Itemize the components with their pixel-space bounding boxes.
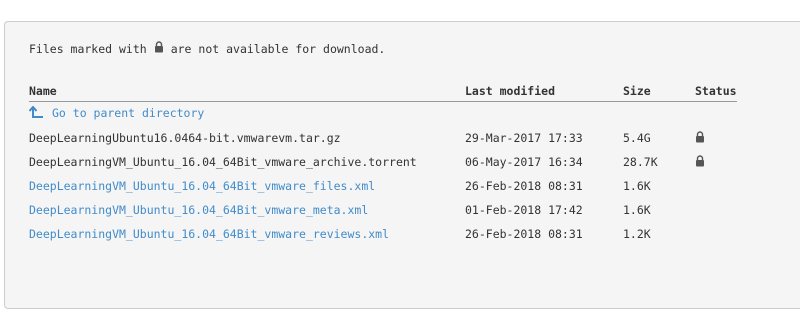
notice-text-after: are not available for download. <box>170 41 386 56</box>
file-status <box>695 174 737 198</box>
top-strip <box>0 0 800 12</box>
file-link[interactable]: DeepLearningVM_Ubuntu_16.04_64Bit_vmware… <box>29 179 375 193</box>
file-size: 28.7K <box>623 155 658 169</box>
file-name: DeepLearningUbuntu16.0464-bit.vmwarevm.t… <box>29 131 341 145</box>
file-name: DeepLearningVM_Ubuntu_16.04_64Bit_vmware… <box>29 155 417 169</box>
column-header-name[interactable]: Name <box>29 81 465 102</box>
file-row: DeepLearningVM_Ubuntu_16.04_64Bit_vmware… <box>29 174 737 198</box>
file-row: DeepLearningVM_Ubuntu_16.04_64Bit_vmware… <box>29 150 737 174</box>
file-size: 5.4G <box>623 131 651 145</box>
up-arrow-icon <box>29 106 43 119</box>
lock-icon <box>695 130 705 146</box>
file-row: DeepLearningVM_Ubuntu_16.04_64Bit_vmware… <box>29 198 737 222</box>
file-status <box>695 222 737 246</box>
file-status <box>695 150 737 174</box>
column-header-status[interactable]: Status <box>695 81 737 102</box>
file-link[interactable]: DeepLearningVM_Ubuntu_16.04_64Bit_vmware… <box>29 227 389 241</box>
parent-directory-row: Go to parent directory <box>29 102 737 127</box>
file-link[interactable]: DeepLearningVM_Ubuntu_16.04_64Bit_vmware… <box>29 203 368 217</box>
download-notice: Files marked with are not available for … <box>29 41 385 56</box>
lock-icon <box>154 41 164 56</box>
file-size: 1.6K <box>623 179 651 193</box>
file-row: DeepLearningVM_Ubuntu_16.04_64Bit_vmware… <box>29 222 737 246</box>
file-last-modified: 01-Feb-2018 17:42 <box>465 203 583 217</box>
lock-icon <box>695 154 705 170</box>
file-size: 1.6K <box>623 203 651 217</box>
file-size: 1.2K <box>623 227 651 241</box>
file-last-modified: 06-May-2017 16:34 <box>465 155 583 169</box>
file-row: DeepLearningUbuntu16.0464-bit.vmwarevm.t… <box>29 126 737 150</box>
file-last-modified: 26-Feb-2018 08:31 <box>465 227 583 241</box>
file-status <box>695 126 737 150</box>
file-status <box>695 198 737 222</box>
parent-directory-label: Go to parent directory <box>52 105 205 120</box>
column-header-size[interactable]: Size <box>623 81 695 102</box>
file-last-modified: 26-Feb-2018 08:31 <box>465 179 583 193</box>
parent-directory-link[interactable]: Go to parent directory <box>29 106 204 120</box>
notice-text-before: Files marked with <box>29 41 147 56</box>
file-last-modified: 29-Mar-2017 17:33 <box>465 131 583 145</box>
table-header-row: Name Last modified Size Status <box>29 81 737 102</box>
file-table: Name Last modified Size Status Go to par… <box>29 81 737 246</box>
column-header-last-modified[interactable]: Last modified <box>465 81 623 102</box>
directory-listing-panel: Files marked with are not available for … <box>4 21 800 309</box>
